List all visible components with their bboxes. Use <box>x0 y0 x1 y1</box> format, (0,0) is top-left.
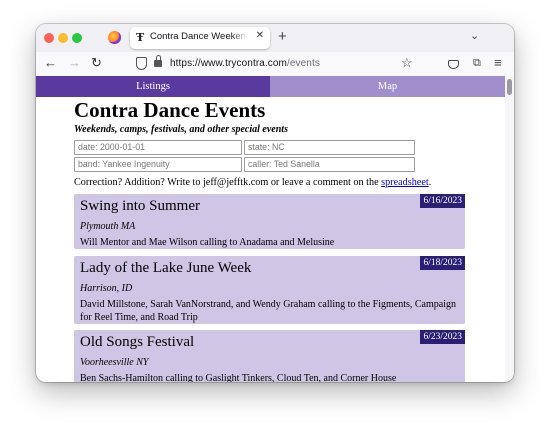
state-filter-input[interactable]: state: NC <box>244 140 415 155</box>
tab-bar: Ŧ Contra Dance Weekends, Festiv ✕ + ⌄ <box>36 24 514 52</box>
vertical-scrollbar[interactable] <box>505 76 514 382</box>
event-date-badge: 6/23/2023 <box>420 330 465 344</box>
page-subtitle: Weekends, camps, festivals, and other sp… <box>74 124 288 135</box>
bookmark-star-icon[interactable]: ☆ <box>401 55 413 71</box>
spreadsheet-link[interactable]: spreadsheet <box>381 177 429 188</box>
correction-note: Correction? Addition? Write to jeff@jeff… <box>74 177 431 188</box>
tab-title: Contra Dance Weekends, Festiv <box>150 31 248 42</box>
event-location: Voorheesville NY <box>80 357 149 368</box>
scrollbar-thumb[interactable] <box>507 79 512 95</box>
reload-icon[interactable]: ↻ <box>91 56 102 70</box>
event-date-badge: 6/16/2023 <box>420 194 465 208</box>
page-content: Listings Map Contra Dance Events Weekend… <box>36 76 514 382</box>
zoom-window-button[interactable] <box>72 33 82 43</box>
pocket-icon[interactable] <box>448 60 459 69</box>
new-tab-plus-icon[interactable]: + <box>278 28 287 46</box>
caller-filter-input[interactable]: caller: Ted Sanella <box>244 157 415 172</box>
browser-tab-active[interactable]: Ŧ Contra Dance Weekends, Festiv ✕ <box>130 27 270 49</box>
event-location: Plymouth MA <box>80 221 136 232</box>
event-description: Will Mentor and Mae Wilson calling to An… <box>80 237 335 248</box>
tracking-protection-shield-icon[interactable] <box>136 57 147 70</box>
event-card: Old Songs Festival 6/23/2023 Voorheesvil… <box>74 330 465 382</box>
band-filter-input[interactable]: band: Yankee Ingenuity <box>74 157 242 172</box>
event-description: Ben Sachs-Hamilton calling to Gaslight T… <box>80 373 397 382</box>
back-arrow-icon[interactable]: ← <box>44 56 57 70</box>
url-path: /events <box>286 58 320 69</box>
event-date-badge: 6/18/2023 <box>420 256 465 270</box>
correction-text: Correction? Addition? Write to jeff@jeff… <box>74 177 382 188</box>
extensions-icon[interactable]: ⧉ <box>473 57 481 70</box>
minimize-window-button[interactable] <box>58 33 68 43</box>
event-description: David Millstone, Sarah VanNorstrand, and… <box>80 299 456 323</box>
event-title: Lady of the Lake June Week <box>80 260 252 276</box>
forward-arrow-icon[interactable]: → <box>68 56 81 70</box>
list-all-tabs-chevron-icon[interactable]: ⌄ <box>470 29 479 42</box>
close-window-button[interactable] <box>44 33 54 43</box>
tab-map[interactable]: Map <box>270 76 505 97</box>
event-title: Old Songs Festival <box>80 334 195 350</box>
tab-favicon-icon: Ŧ <box>136 31 145 44</box>
correction-end: . <box>428 177 432 188</box>
firefox-view-icon[interactable] <box>108 31 121 44</box>
event-card: Lady of the Lake June Week 6/18/2023 Har… <box>74 256 465 324</box>
url-bar[interactable]: https://www.trycontra.com/events <box>170 58 320 69</box>
event-card: Swing into Summer 6/16/2023 Plymouth MA … <box>74 194 465 249</box>
tab-listings[interactable]: Listings <box>36 76 270 97</box>
lock-icon[interactable] <box>154 55 162 67</box>
browser-window: Ŧ Contra Dance Weekends, Festiv ✕ + ⌄ ← … <box>36 24 514 382</box>
hamburger-menu-icon[interactable]: ≡ <box>494 55 502 70</box>
url-domain: https://www.trycontra.com <box>170 58 287 69</box>
page-title: Contra Dance Events <box>74 98 266 122</box>
event-title: Swing into Summer <box>80 198 201 214</box>
date-filter-input[interactable]: date: 2000-01-01 <box>74 140 242 155</box>
tab-close-icon[interactable]: ✕ <box>256 30 264 41</box>
event-location: Harrison, ID <box>80 283 133 294</box>
navigation-toolbar: ← → ↻ https://www.trycontra.com/events ☆… <box>36 52 514 77</box>
